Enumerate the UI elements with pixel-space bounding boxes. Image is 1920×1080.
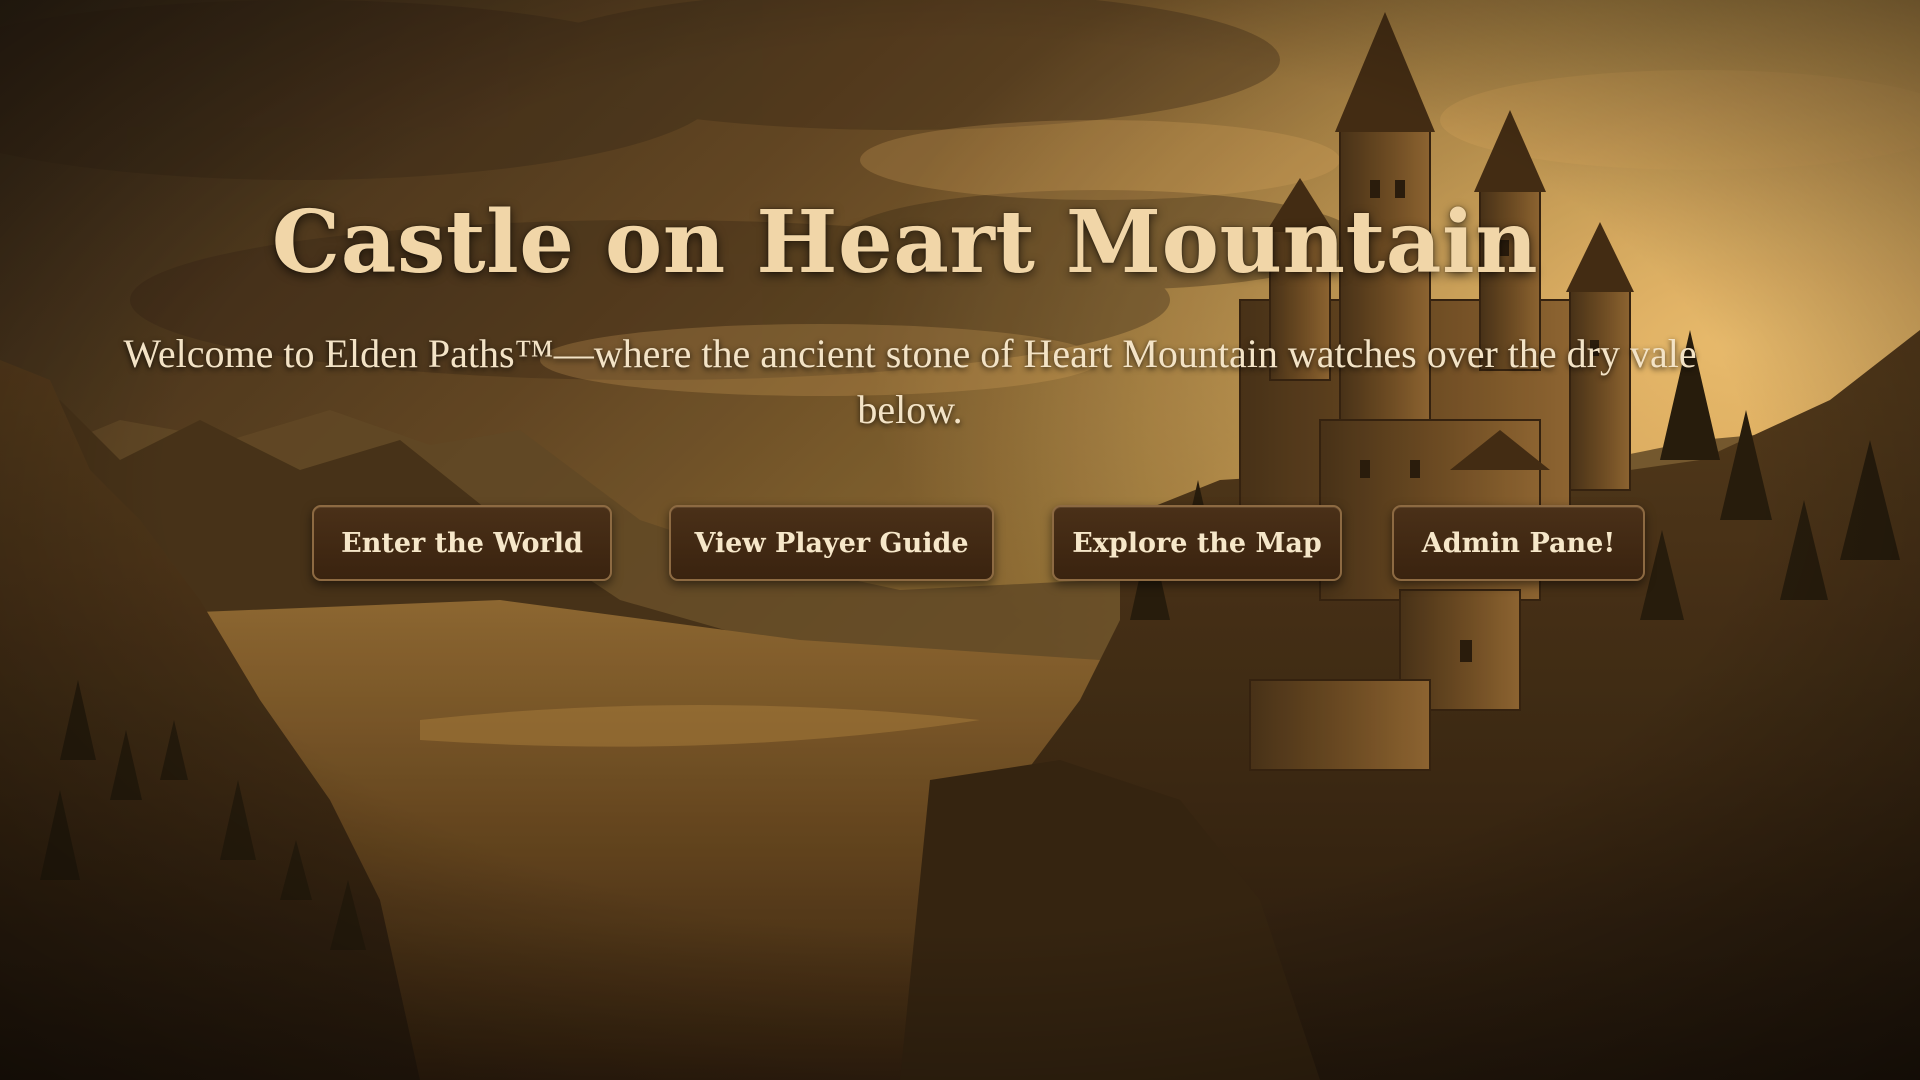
enter-world-button[interactable]: Enter the World: [312, 505, 612, 581]
explore-map-button[interactable]: Explore the Map: [1052, 505, 1342, 581]
admin-panel-button[interactable]: Admin Pane!: [1392, 505, 1645, 581]
landing-page: Castle on Heart Mountain Welcome to Elde…: [0, 0, 1920, 1080]
action-button-row: Enter the World View Player Guide Explor…: [0, 505, 1920, 585]
view-player-guide-button[interactable]: View Player Guide: [669, 505, 994, 581]
